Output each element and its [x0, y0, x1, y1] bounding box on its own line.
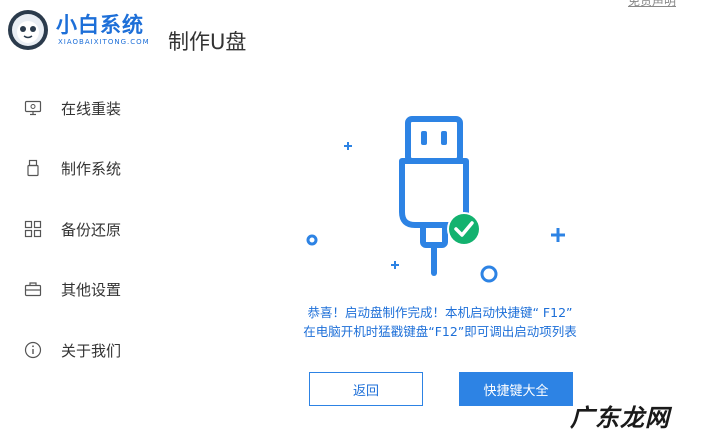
- success-message: 恭喜！启动盘制作完成！本机启动快捷键“ F12”: [307, 305, 573, 320]
- sidebar-item-label: 其他设置: [61, 280, 122, 299]
- plus-decoration-icon: [344, 142, 352, 150]
- plus-decoration-icon: [391, 261, 399, 269]
- watermark: 广东龙网: [570, 404, 670, 432]
- sidebar-item-online-reinstall[interactable]: 在线重装: [0, 88, 160, 128]
- brand-subtitle: XIAOBAIXITONG.COM: [58, 38, 150, 46]
- sidebar-item-label: 备份还原: [61, 220, 122, 239]
- usb-icon: [27, 159, 39, 177]
- brand-logo-icon: [8, 10, 48, 50]
- info-icon: [24, 341, 42, 359]
- toolbox-icon: [24, 282, 42, 297]
- usb-success-illustration: [306, 116, 565, 283]
- monitor-icon: [24, 100, 42, 116]
- sidebar-item-other-settings[interactable]: 其他设置: [0, 269, 160, 309]
- circle-decoration-icon: [480, 265, 498, 283]
- hint-message: 在电脑开机时猛戳键盘“F12”即可调出启动项列表: [303, 324, 577, 339]
- check-badge-icon: [447, 212, 481, 246]
- disclaimer-link[interactable]: 免责声明: [628, 0, 676, 9]
- sidebar-item-label: 制作系统: [61, 159, 122, 178]
- plus-decoration-icon: [551, 228, 565, 242]
- sidebar-item-make-system[interactable]: 制作系统: [0, 148, 160, 188]
- sidebar-item-about-us[interactable]: 关于我们: [0, 330, 160, 370]
- back-button[interactable]: 返回: [309, 372, 423, 406]
- sidebar-item-label: 在线重装: [61, 99, 122, 118]
- sidebar-item-backup-restore[interactable]: 备份还原: [0, 209, 160, 249]
- grid-icon: [24, 220, 42, 238]
- hotkey-list-button[interactable]: 快捷键大全: [459, 372, 573, 406]
- page-title: 制作U盘: [168, 30, 247, 54]
- circle-decoration-icon: [306, 234, 318, 246]
- usb-stick-icon: [399, 116, 469, 276]
- brand-name: 小白系统: [56, 13, 144, 37]
- sidebar-item-label: 关于我们: [61, 341, 122, 360]
